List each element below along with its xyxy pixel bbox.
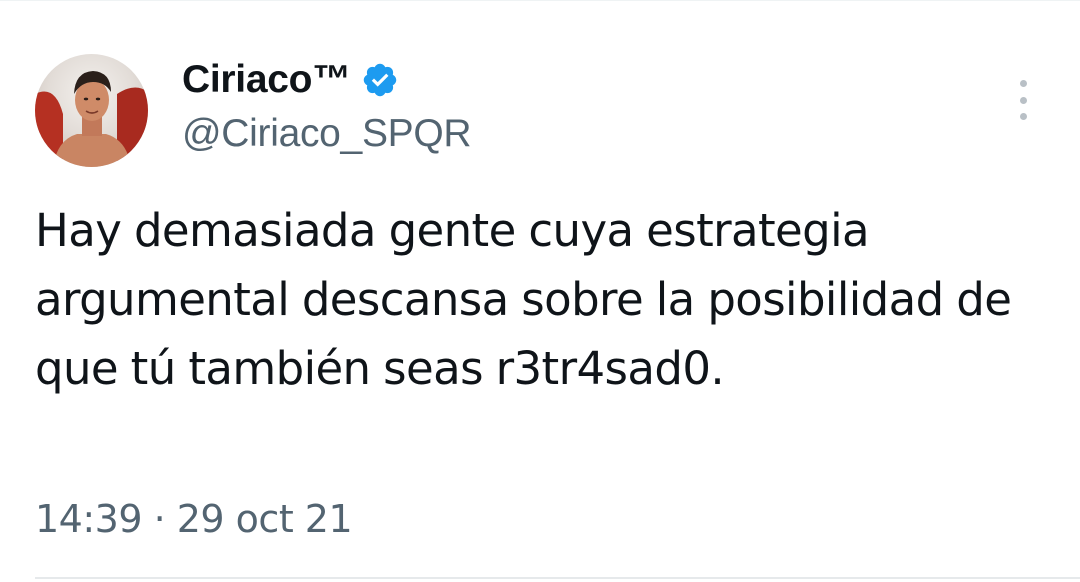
top-divider	[0, 0, 1080, 1]
author-handle[interactable]: @Ciriaco_SPQR	[182, 112, 472, 156]
tweet-timestamp[interactable]: 14:39 · 29 oct 21	[35, 497, 353, 541]
avatar[interactable]	[35, 54, 148, 167]
avatar-photo-icon	[35, 54, 148, 167]
tweet-card: Ciriaco™ @Ciriaco_SPQR Hay demasiada gen…	[0, 0, 1080, 582]
more-vertical-icon	[1019, 80, 1027, 87]
more-options-button[interactable]	[1010, 80, 1036, 120]
author-display-name[interactable]: Ciriaco™	[182, 58, 351, 102]
tweet-text: Hay demasiada gente cuya estrategia argu…	[35, 204, 1012, 395]
more-vertical-icon-dot	[1019, 113, 1027, 120]
bottom-divider	[35, 577, 1080, 579]
author-name-row[interactable]: Ciriaco™	[182, 54, 399, 106]
verified-badge-icon	[361, 61, 399, 99]
more-vertical-icon-dot	[1019, 96, 1027, 104]
